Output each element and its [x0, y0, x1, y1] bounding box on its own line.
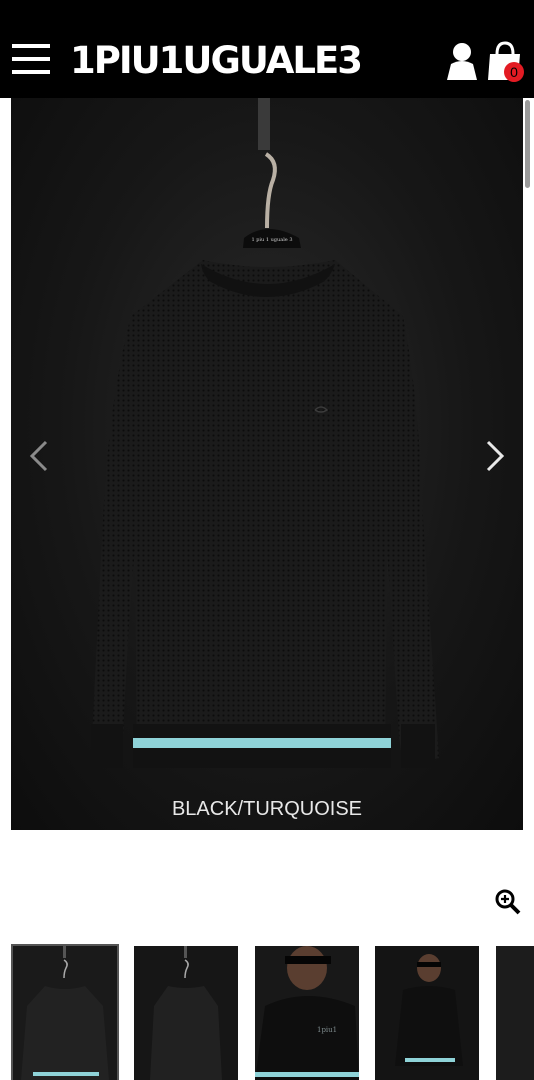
account-icon[interactable]	[445, 42, 479, 80]
thumbnail-product-side[interactable]	[134, 946, 238, 1080]
site-header: 1PIU1UGUALE3 0	[0, 0, 534, 98]
cart-button[interactable]: 0	[486, 40, 526, 84]
svg-text:1piu1: 1piu1	[317, 1026, 337, 1034]
thumbnail-model-full[interactable]	[375, 946, 479, 1080]
thumbnail-model-closeup[interactable]: 1piu1	[255, 946, 359, 1080]
color-caption: BLACK/TURQUOISE	[171, 798, 363, 820]
thumbnail-strip[interactable]: 1piu1	[0, 944, 534, 1080]
sweater-on-hanger-image: 1 piu 1 uguale 3	[91, 98, 439, 768]
page-scrollbar[interactable]	[525, 100, 530, 188]
prev-image-arrow-icon[interactable]	[24, 438, 54, 474]
svg-text:1 piu 1 uguale 3: 1 piu 1 uguale 3	[251, 237, 292, 243]
product-main-image[interactable]: 1 piu 1 uguale 3	[11, 98, 523, 830]
hamburger-menu-icon[interactable]	[12, 44, 50, 76]
next-image-arrow-icon[interactable]	[480, 438, 510, 474]
brand-logo[interactable]: 1PIU1UGUALE3	[70, 38, 363, 84]
thumbnail-partial[interactable]	[496, 946, 534, 1080]
zoom-in-icon[interactable]	[494, 888, 522, 916]
thumbnail-product-front[interactable]	[11, 944, 119, 1080]
turquoise-stripe	[133, 738, 391, 748]
cart-count-badge: 0	[504, 62, 524, 82]
